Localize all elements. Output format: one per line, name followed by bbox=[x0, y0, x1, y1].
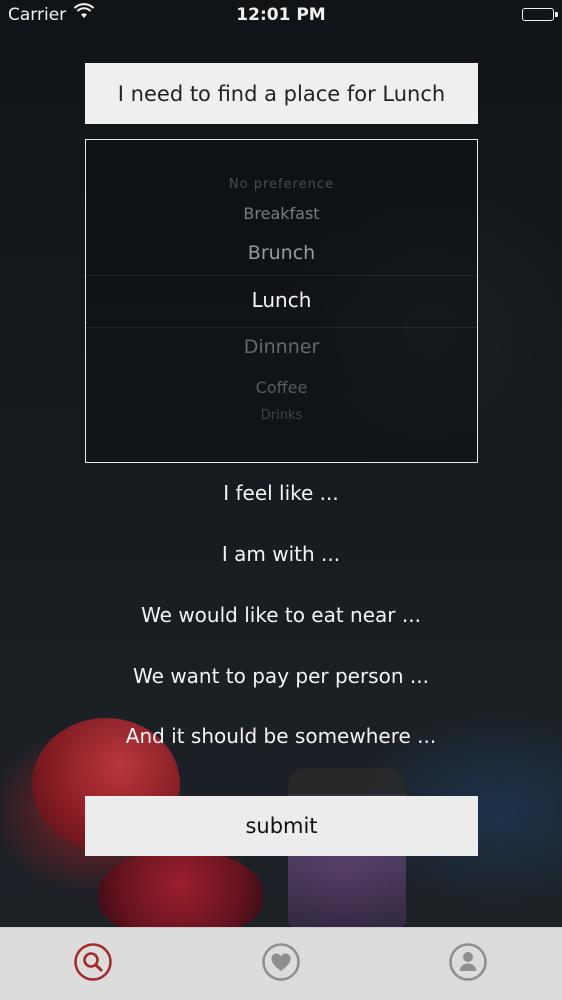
clock: 12:01 PM bbox=[236, 5, 326, 25]
tab-bar bbox=[0, 927, 562, 1000]
page-title-text: I need to find a place for Lunch bbox=[117, 81, 446, 106]
search-icon bbox=[74, 943, 112, 981]
prompt-price[interactable]: We want to pay per person ... bbox=[0, 664, 562, 688]
profile-icon bbox=[449, 943, 487, 981]
meal-type-picker[interactable]: No preference Breakfast Brunch Lunch Din… bbox=[85, 139, 478, 463]
heart-icon bbox=[262, 943, 300, 981]
tab-search[interactable] bbox=[73, 942, 113, 982]
picker-option-breakfast[interactable]: Breakfast bbox=[86, 204, 477, 223]
submit-button-label: submit bbox=[245, 814, 318, 838]
prompt-area[interactable]: And it should be somewhere ... bbox=[0, 724, 562, 748]
picker-option-dinner[interactable]: Dinnner bbox=[86, 336, 477, 358]
pomegranate-half bbox=[98, 850, 263, 935]
prompt-feel-like[interactable]: I feel like ... bbox=[0, 481, 562, 505]
picker-option-drinks[interactable]: Drinks bbox=[86, 408, 477, 423]
prompt-company[interactable]: I am with ... bbox=[0, 542, 562, 566]
status-bar: Carrier 12:01 PM bbox=[0, 0, 562, 32]
tab-favorites[interactable] bbox=[261, 942, 301, 982]
picker-selection-top-line bbox=[86, 275, 477, 276]
prompt-location[interactable]: We would like to eat near ... bbox=[0, 603, 562, 627]
picker-option-lunch[interactable]: Lunch bbox=[86, 288, 477, 312]
picker-selection-bottom-line bbox=[86, 327, 477, 328]
picker-option-coffee[interactable]: Coffee bbox=[86, 378, 477, 397]
picker-option-no-preference[interactable]: No preference bbox=[86, 177, 477, 192]
battery-icon bbox=[522, 8, 558, 21]
submit-button[interactable]: submit bbox=[85, 796, 478, 856]
tab-profile[interactable] bbox=[448, 942, 488, 982]
picker-option-brunch[interactable]: Brunch bbox=[86, 242, 477, 264]
page-title: I need to find a place for Lunch bbox=[85, 63, 478, 124]
